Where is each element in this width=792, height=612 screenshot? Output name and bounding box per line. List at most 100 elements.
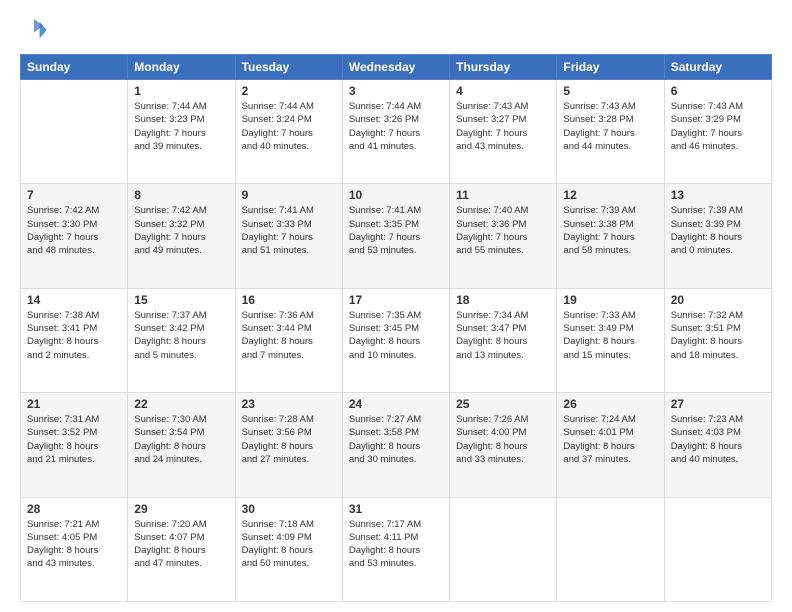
day-header-sunday: Sunday [21, 55, 128, 80]
day-number: 11 [456, 188, 550, 202]
calendar-cell: 14 Sunrise: 7:38 AM Sunset: 3:41 PM Dayli… [21, 288, 128, 392]
calendar-cell: 16Sunrise: 7:36 AM Sunset: 3:44 PM Dayli… [235, 288, 342, 392]
day-number: 30 [242, 502, 336, 516]
day-info: Sunrise: 7:21 AM Sunset: 4:05 PM Dayligh… [27, 518, 121, 571]
day-info: Sunrise: 7:39 AM Sunset: 3:39 PM Dayligh… [671, 204, 765, 257]
calendar-cell [664, 497, 771, 601]
day-number: 16 [242, 293, 336, 307]
calendar-cell: 10Sunrise: 7:41 AM Sunset: 3:35 PM Dayli… [342, 184, 449, 288]
day-number: 14 [27, 293, 121, 307]
day-header-saturday: Saturday [664, 55, 771, 80]
day-number: 12 [563, 188, 657, 202]
day-info: Sunrise: 7:41 AM Sunset: 3:35 PM Dayligh… [349, 204, 443, 257]
calendar-cell: 31Sunrise: 7:17 AM Sunset: 4:11 PM Dayli… [342, 497, 449, 601]
day-number: 18 [456, 293, 550, 307]
calendar-cell: 21 Sunrise: 7:31 AM Sunset: 3:52 PM Dayli… [21, 393, 128, 497]
day-number: 13 [671, 188, 765, 202]
day-number: 9 [242, 188, 336, 202]
calendar-cell: 8 Sunrise: 7:42 AM Sunset: 3:32 PM Daylig… [128, 184, 235, 288]
calendar-cell [450, 497, 557, 601]
day-number: 7 [27, 188, 121, 202]
day-info: Sunrise: 7:44 AM Sunset: 3:24 PM Dayligh… [242, 100, 336, 153]
day-number: 22 [134, 397, 228, 411]
day-number: 1 [134, 84, 228, 98]
calendar-cell: 18 Sunrise: 7:34 AM Sunset: 3:47 PM Dayli… [450, 288, 557, 392]
day-number: 21 [27, 397, 121, 411]
calendar-cell: 11 Sunrise: 7:40 AM Sunset: 3:36 PM Dayli… [450, 184, 557, 288]
day-info: Sunrise: 7:33 AM Sunset: 3:49 PM Dayligh… [563, 309, 657, 362]
calendar-cell: 19Sunrise: 7:33 AM Sunset: 3:49 PM Dayli… [557, 288, 664, 392]
day-info: Sunrise: 7:40 AM Sunset: 3:36 PM Dayligh… [456, 204, 550, 257]
day-info: Sunrise: 7:44 AM Sunset: 3:23 PM Dayligh… [134, 100, 228, 153]
calendar-cell: 13 Sunrise: 7:39 AM Sunset: 3:39 PM Dayli… [664, 184, 771, 288]
day-number: 17 [349, 293, 443, 307]
day-number: 15 [134, 293, 228, 307]
calendar-cell: 17 Sunrise: 7:35 AM Sunset: 3:45 PM Dayli… [342, 288, 449, 392]
day-info: Sunrise: 7:32 AM Sunset: 3:51 PM Dayligh… [671, 309, 765, 362]
day-info: Sunrise: 7:30 AM Sunset: 3:54 PM Dayligh… [134, 413, 228, 466]
day-info: Sunrise: 7:43 AM Sunset: 3:29 PM Dayligh… [671, 100, 765, 153]
calendar-header-row: SundayMondayTuesdayWednesdayThursdayFrid… [21, 55, 772, 80]
calendar-cell: 30 Sunrise: 7:18 AM Sunset: 4:09 PM Dayli… [235, 497, 342, 601]
calendar-cell [21, 80, 128, 184]
week-row-1: 1 Sunrise: 7:44 AM Sunset: 3:23 PM Daylig… [21, 80, 772, 184]
day-number: 5 [563, 84, 657, 98]
day-header-tuesday: Tuesday [235, 55, 342, 80]
calendar-cell: 22 Sunrise: 7:30 AM Sunset: 3:54 PM Dayli… [128, 393, 235, 497]
header [20, 16, 772, 44]
day-number: 26 [563, 397, 657, 411]
day-info: Sunrise: 7:23 AM Sunset: 4:03 PM Dayligh… [671, 413, 765, 466]
day-number: 24 [349, 397, 443, 411]
day-number: 6 [671, 84, 765, 98]
calendar-cell: 9 Sunrise: 7:41 AM Sunset: 3:33 PM Daylig… [235, 184, 342, 288]
day-info: Sunrise: 7:35 AM Sunset: 3:45 PM Dayligh… [349, 309, 443, 362]
day-info: Sunrise: 7:20 AM Sunset: 4:07 PM Dayligh… [134, 518, 228, 571]
calendar-cell: 15 Sunrise: 7:37 AM Sunset: 3:42 PM Dayli… [128, 288, 235, 392]
day-info: Sunrise: 7:39 AM Sunset: 3:38 PM Dayligh… [563, 204, 657, 257]
day-number: 29 [134, 502, 228, 516]
calendar-cell: 23Sunrise: 7:28 AM Sunset: 3:56 PM Dayli… [235, 393, 342, 497]
calendar-cell: 6 Sunrise: 7:43 AM Sunset: 3:29 PM Daylig… [664, 80, 771, 184]
day-number: 8 [134, 188, 228, 202]
day-number: 31 [349, 502, 443, 516]
calendar-cell: 2 Sunrise: 7:44 AM Sunset: 3:24 PM Daylig… [235, 80, 342, 184]
day-info: Sunrise: 7:34 AM Sunset: 3:47 PM Dayligh… [456, 309, 550, 362]
day-header-thursday: Thursday [450, 55, 557, 80]
day-header-friday: Friday [557, 55, 664, 80]
week-row-5: 28 Sunrise: 7:21 AM Sunset: 4:05 PM Dayli… [21, 497, 772, 601]
calendar-cell: 3 Sunrise: 7:44 AM Sunset: 3:26 PM Daylig… [342, 80, 449, 184]
day-number: 3 [349, 84, 443, 98]
day-info: Sunrise: 7:44 AM Sunset: 3:26 PM Dayligh… [349, 100, 443, 153]
day-info: Sunrise: 7:27 AM Sunset: 3:58 PM Dayligh… [349, 413, 443, 466]
calendar-cell: 25Sunrise: 7:26 AM Sunset: 4:00 PM Dayli… [450, 393, 557, 497]
day-header-wednesday: Wednesday [342, 55, 449, 80]
day-info: Sunrise: 7:43 AM Sunset: 3:28 PM Dayligh… [563, 100, 657, 153]
week-row-4: 21 Sunrise: 7:31 AM Sunset: 3:52 PM Dayli… [21, 393, 772, 497]
logo-icon [20, 16, 48, 44]
day-number: 4 [456, 84, 550, 98]
calendar-cell: 4Sunrise: 7:43 AM Sunset: 3:27 PM Daylig… [450, 80, 557, 184]
day-header-monday: Monday [128, 55, 235, 80]
day-info: Sunrise: 7:26 AM Sunset: 4:00 PM Dayligh… [456, 413, 550, 466]
calendar-cell: 24 Sunrise: 7:27 AM Sunset: 3:58 PM Dayli… [342, 393, 449, 497]
calendar-table: SundayMondayTuesdayWednesdayThursdayFrid… [20, 54, 772, 602]
day-info: Sunrise: 7:37 AM Sunset: 3:42 PM Dayligh… [134, 309, 228, 362]
calendar-cell: 20Sunrise: 7:32 AM Sunset: 3:51 PM Dayli… [664, 288, 771, 392]
calendar-cell: 1 Sunrise: 7:44 AM Sunset: 3:23 PM Daylig… [128, 80, 235, 184]
page: SundayMondayTuesdayWednesdayThursdayFrid… [0, 0, 792, 612]
calendar-cell: 27 Sunrise: 7:23 AM Sunset: 4:03 PM Dayli… [664, 393, 771, 497]
day-info: Sunrise: 7:42 AM Sunset: 3:32 PM Dayligh… [134, 204, 228, 257]
day-info: Sunrise: 7:24 AM Sunset: 4:01 PM Dayligh… [563, 413, 657, 466]
day-number: 28 [27, 502, 121, 516]
day-number: 2 [242, 84, 336, 98]
calendar-cell: 28 Sunrise: 7:21 AM Sunset: 4:05 PM Dayli… [21, 497, 128, 601]
day-number: 27 [671, 397, 765, 411]
day-info: Sunrise: 7:38 AM Sunset: 3:41 PM Dayligh… [27, 309, 121, 362]
calendar-cell: 5 Sunrise: 7:43 AM Sunset: 3:28 PM Daylig… [557, 80, 664, 184]
day-info: Sunrise: 7:41 AM Sunset: 3:33 PM Dayligh… [242, 204, 336, 257]
calendar-cell: 26 Sunrise: 7:24 AM Sunset: 4:01 PM Dayli… [557, 393, 664, 497]
day-info: Sunrise: 7:28 AM Sunset: 3:56 PM Dayligh… [242, 413, 336, 466]
logo [20, 16, 52, 44]
day-info: Sunrise: 7:31 AM Sunset: 3:52 PM Dayligh… [27, 413, 121, 466]
day-info: Sunrise: 7:18 AM Sunset: 4:09 PM Dayligh… [242, 518, 336, 571]
